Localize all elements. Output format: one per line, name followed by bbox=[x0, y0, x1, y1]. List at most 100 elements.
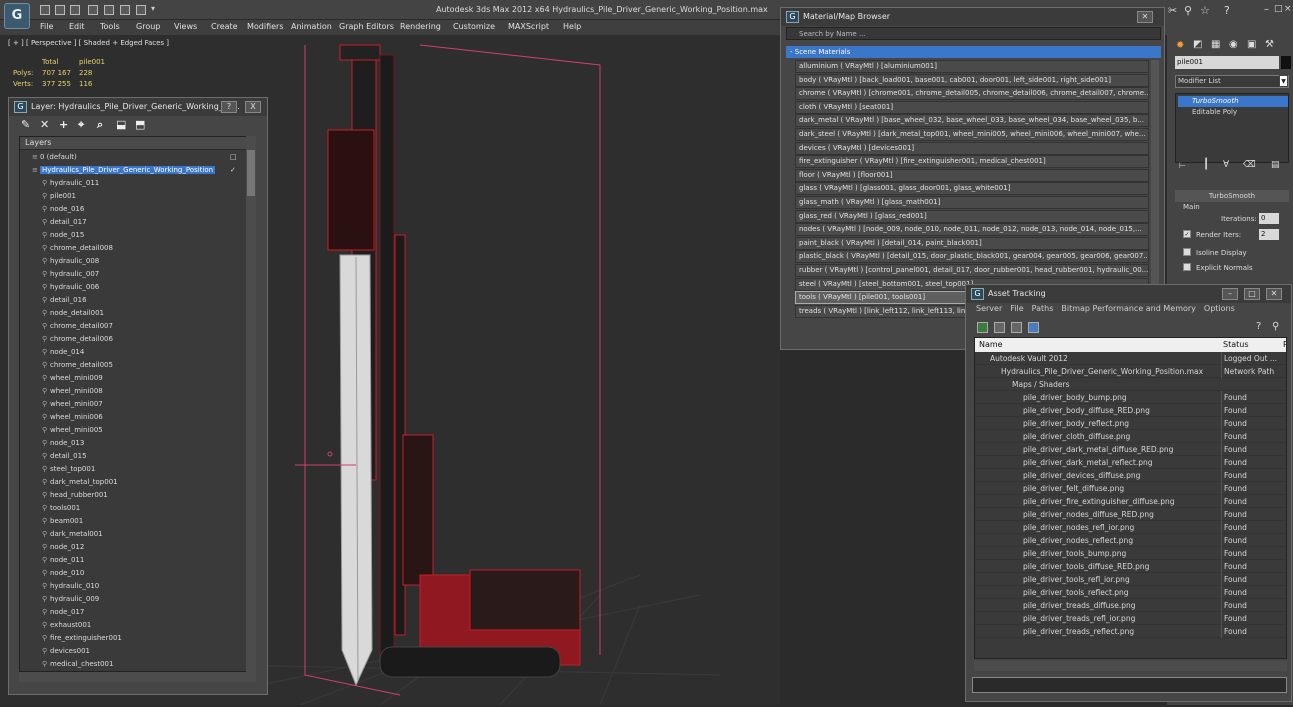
asset-row[interactable]: pile_driver_treads_diffuse.png Found bbox=[975, 599, 1286, 612]
help-icon[interactable]: ? bbox=[1256, 321, 1261, 332]
pin-stack-icon[interactable]: ⊢ bbox=[1179, 161, 1186, 170]
asset-row[interactable]: Autodesk Vault 2012 Logged Out ... bbox=[975, 352, 1286, 365]
layer-object-row[interactable]: ⚲ hydraulic_009 bbox=[20, 593, 255, 606]
object-color-swatch[interactable] bbox=[1281, 56, 1291, 69]
show-end-result-icon[interactable]: ┃ bbox=[1203, 159, 1209, 170]
menu-views[interactable]: Views bbox=[174, 22, 197, 31]
utilities-tab-icon[interactable]: ⚒ bbox=[1265, 39, 1274, 50]
layer-object-row[interactable]: ⚲ fire_extinguisher001 bbox=[20, 632, 255, 645]
menu-group[interactable]: Group bbox=[136, 22, 160, 31]
layer-object-row[interactable]: ⚲ node_017 bbox=[20, 606, 255, 619]
menu-edit[interactable]: Edit bbox=[69, 22, 85, 31]
asset-row[interactable]: pile_driver_tools_refl_ior.png Found bbox=[975, 573, 1286, 586]
layer-row[interactable]: ≡ 0 (default) □ bbox=[20, 151, 255, 164]
layer-object-row[interactable]: ⚲ detail_015 bbox=[20, 450, 255, 463]
scene-materials-group[interactable]: - Scene Materials bbox=[786, 46, 1161, 58]
asset-row[interactable]: pile_driver_tools_bump.png Found bbox=[975, 547, 1286, 560]
hierarchy-tab-icon[interactable]: ▦ bbox=[1211, 39, 1220, 50]
menu-options[interactable]: Options bbox=[1204, 304, 1235, 313]
menu-graph-editors[interactable]: Graph Editors bbox=[339, 22, 394, 31]
explicit-normals-checkbox[interactable] bbox=[1183, 263, 1195, 271]
layer-object-row[interactable]: ⚲ node_detail001 bbox=[20, 307, 255, 320]
layer-object-row[interactable]: ⚲ head_rubber001 bbox=[20, 489, 255, 502]
material-window-titlebar[interactable]: G Material/Map Browser ✕ bbox=[781, 8, 1164, 26]
material-row[interactable]: devices ( VRayMtl ) [devices001] bbox=[795, 141, 1149, 155]
asset-row[interactable]: pile_driver_cloth_diffuse.png Found bbox=[975, 430, 1286, 443]
material-row[interactable]: fire_extinguisher ( VRayMtl ) [fire_exti… bbox=[795, 155, 1149, 169]
hide-all-icon[interactable]: ⬓ bbox=[116, 118, 135, 131]
help-icon[interactable]: ? bbox=[1224, 4, 1230, 17]
asset-row[interactable]: pile_driver_tools_diffuse_RED.png Found bbox=[975, 560, 1286, 573]
highlight-layer-icon[interactable]: ⌕ bbox=[97, 118, 116, 132]
select-objects-icon[interactable]: ⌖ bbox=[78, 118, 97, 132]
layer-object-row[interactable]: ⚲ chrome_detail008 bbox=[20, 242, 255, 255]
layer-tree[interactable]: Layers ≡ 0 (default) □ ≡ Hydraulics_Pile_Dri… bbox=[19, 136, 256, 672]
add-to-layer-icon[interactable]: + bbox=[59, 118, 78, 131]
layer-object-row[interactable]: ⚲ node_011 bbox=[20, 554, 255, 567]
asset-row[interactable]: pile_driver_tools_reflect.png Found bbox=[975, 586, 1286, 599]
layer-scroll-thumb[interactable] bbox=[247, 150, 255, 196]
menu-customize[interactable]: Customize bbox=[453, 22, 495, 31]
hold-icon[interactable] bbox=[120, 5, 130, 15]
asset-row[interactable]: pile_driver_nodes_diffuse_RED.png Found bbox=[975, 508, 1286, 521]
menu-rendering[interactable]: Rendering bbox=[400, 22, 441, 31]
chevron-down-icon[interactable]: ▼ bbox=[1279, 75, 1288, 87]
layer-object-row[interactable]: ⚲ pile001 bbox=[20, 190, 255, 203]
material-row[interactable]: chrome ( VRayMtl ) [chrome001, chrome_de… bbox=[795, 87, 1149, 101]
layer-object-row[interactable]: ⚲ wheel_mini007 bbox=[20, 398, 255, 411]
layer-object-row[interactable]: ⚲ wheel_mini009 bbox=[20, 372, 255, 385]
menu-maxscript[interactable]: MAXScript bbox=[508, 22, 549, 31]
create-tab-icon[interactable]: ✹ bbox=[1176, 40, 1184, 51]
layer-object-row[interactable]: ⚲ tools001 bbox=[20, 502, 255, 515]
layer-row[interactable]: ≡ Hydraulics_Pile_Driver_Generic_Working_… bbox=[20, 164, 255, 177]
current-layer-icon[interactable]: ✓ bbox=[230, 164, 236, 177]
material-row[interactable]: dark_metal ( VRayMtl ) [base_wheel_032, … bbox=[795, 114, 1149, 128]
new-layer-icon[interactable]: ✎ bbox=[21, 118, 40, 131]
col-extra[interactable]: P bbox=[1283, 338, 1286, 352]
layer-object-row[interactable]: ⚲ chrome_detail006 bbox=[20, 333, 255, 346]
turbosmooth-rollout-header[interactable]: TurboSmooth bbox=[1175, 190, 1289, 202]
stack-item-editable-poly[interactable]: Editable Poly bbox=[1178, 107, 1288, 118]
layer-object-row[interactable]: ⚲ chrome_detail005 bbox=[20, 359, 255, 372]
remove-modifier-icon[interactable]: ⌫ bbox=[1243, 160, 1256, 170]
motion-tab-icon[interactable]: ◉ bbox=[1229, 39, 1238, 50]
material-row[interactable]: nodes ( VRayMtl ) [node_009, node_010, n… bbox=[795, 223, 1149, 237]
layer-object-row[interactable]: ⚲ dark_metal001 bbox=[20, 528, 255, 541]
close-icon[interactable]: × bbox=[1284, 4, 1292, 14]
hide-toggle-icon[interactable]: □ bbox=[230, 151, 237, 164]
material-row[interactable]: glass_red ( VRayMtl ) [glass_red001] bbox=[795, 209, 1149, 223]
asset-row[interactable]: pile_driver_treads_refl_ior.png Found bbox=[975, 612, 1286, 625]
asset-row[interactable]: pile_driver_nodes_reflect.png Found bbox=[975, 534, 1286, 547]
menu-server[interactable]: Server bbox=[976, 304, 1002, 313]
material-row[interactable]: cloth ( VRayMtl ) [seat001] bbox=[795, 100, 1149, 114]
close-button[interactable]: ✕ bbox=[1266, 288, 1282, 300]
new-icon[interactable] bbox=[40, 5, 50, 15]
modify-tab-icon[interactable]: ◩ bbox=[1193, 39, 1202, 50]
close-button[interactable]: ✕ bbox=[1137, 11, 1153, 23]
layer-object-row[interactable]: ⚲ node_010 bbox=[20, 567, 255, 580]
asset-row[interactable]: Hydraulics_Pile_Driver_Generic_Working_P… bbox=[975, 365, 1286, 378]
material-row[interactable]: glass ( VRayMtl ) [glass001, glass_door0… bbox=[795, 182, 1149, 196]
quick-access-dropdown-icon[interactable]: ▾ bbox=[151, 4, 155, 13]
layer-object-row[interactable]: ⚲ medical_chest001 bbox=[20, 658, 255, 671]
layer-object-row[interactable]: ⚲ chrome_detail007 bbox=[20, 320, 255, 333]
make-unique-icon[interactable]: ∀ bbox=[1223, 160, 1229, 170]
layer-object-row[interactable]: ⚲ wheel_mini008 bbox=[20, 385, 255, 398]
search-icon[interactable]: ✂ bbox=[1168, 4, 1177, 17]
fetch-icon[interactable] bbox=[136, 5, 146, 15]
material-row[interactable]: body ( VRayMtl ) [back_load001, base001,… bbox=[795, 73, 1149, 87]
asset-window-titlebar[interactable]: G Asset Tracking – □ ✕ bbox=[966, 285, 1291, 303]
tree-view-icon[interactable] bbox=[1028, 322, 1039, 333]
iterations-spinner[interactable]: 0 bbox=[1259, 213, 1279, 224]
open-icon[interactable] bbox=[55, 5, 65, 15]
layer-object-row[interactable]: ⚲ wheel_mini005 bbox=[20, 424, 255, 437]
binoculars-icon[interactable]: ⚲ bbox=[1184, 4, 1192, 17]
modifier-list-dropdown[interactable]: Modifier List bbox=[1175, 75, 1289, 88]
material-search-input[interactable]: Search by Name ... bbox=[786, 27, 1161, 40]
layer-object-row[interactable]: ⚲ detail_016 bbox=[20, 294, 255, 307]
layer-object-row[interactable]: ⚲ detail_017 bbox=[20, 216, 255, 229]
layer-object-row[interactable]: ⚲ beam001 bbox=[20, 515, 255, 528]
menu-file[interactable]: File bbox=[40, 22, 53, 31]
save-icon[interactable] bbox=[70, 5, 80, 15]
col-status[interactable]: Status bbox=[1223, 338, 1249, 352]
